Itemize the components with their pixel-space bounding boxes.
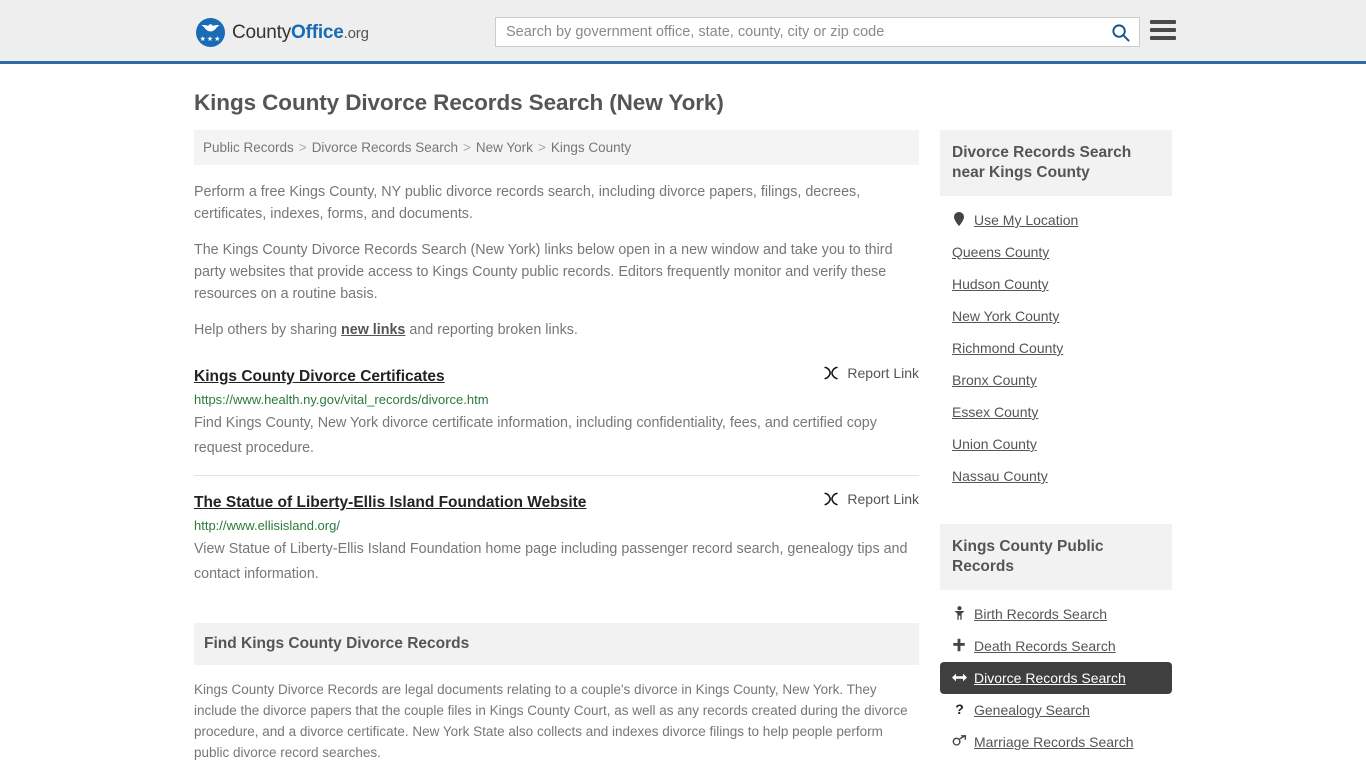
- result-url: http://www.ellisisland.org/: [194, 518, 340, 533]
- sidebar-item-label[interactable]: Bronx County: [952, 372, 1037, 388]
- broken-link-icon: [824, 492, 839, 506]
- map-pin-icon: [952, 212, 966, 228]
- sidebar-item-richmond-county[interactable]: Richmond County: [940, 332, 1172, 364]
- search-button[interactable]: [1101, 18, 1139, 46]
- search-input[interactable]: [496, 18, 1101, 46]
- site-header: ★★★ CountyOffice.org: [0, 0, 1366, 64]
- share-suffix: and reporting broken links.: [405, 322, 578, 338]
- sidebar-item-label[interactable]: New York County: [952, 308, 1059, 324]
- hamburger-menu-icon[interactable]: [1150, 20, 1176, 40]
- find-records-body: Kings County Divorce Records are legal d…: [194, 665, 919, 768]
- sidebar-item-genealogy-search[interactable]: ? Genealogy Search: [940, 694, 1172, 726]
- sidebar-item-label[interactable]: Divorce Records Search: [974, 670, 1126, 686]
- sidebar-item-marriage-records-search[interactable]: Marriage Records Search: [940, 726, 1172, 758]
- venus-mars-icon: [952, 735, 967, 749]
- sidebar-item-label[interactable]: Genealogy Search: [974, 702, 1090, 718]
- result-title-link[interactable]: Kings County Divorce Certificates: [194, 368, 445, 386]
- sidebar-item-label[interactable]: Death Records Search: [974, 638, 1116, 654]
- search-bar[interactable]: [495, 17, 1140, 47]
- sidebar-item-hudson-county[interactable]: Hudson County: [940, 268, 1172, 300]
- sidebar-panel-nearby: Divorce Records Search near Kings County…: [940, 130, 1172, 492]
- sidebar-public-records-list: Birth Records Search Death Records Searc…: [940, 590, 1172, 758]
- share-prefix: Help others by sharing: [194, 322, 342, 338]
- intro-paragraph-2: The Kings County Divorce Records Search …: [194, 242, 893, 302]
- sidebar-item-death-records-search[interactable]: Death Records Search: [940, 630, 1172, 662]
- breadcrumb-item-new-york[interactable]: New York: [476, 140, 533, 155]
- report-link-label: Report Link: [847, 365, 919, 381]
- result-title-link[interactable]: The Statue of Liberty-Ellis Island Found…: [194, 494, 586, 512]
- result-header: The Statue of Liberty-Ellis Island Found…: [194, 491, 919, 512]
- brand-wordmark: CountyOffice.org: [232, 22, 369, 44]
- baby-icon: [952, 606, 966, 622]
- sidebar-nearby-title: Divorce Records Search near Kings County: [940, 130, 1172, 196]
- sidebar-item-nassau-county[interactable]: Nassau County: [940, 460, 1172, 492]
- sidebar-item-label[interactable]: Union County: [952, 436, 1037, 452]
- breadcrumb-item-divorce-records-search[interactable]: Divorce Records Search: [312, 140, 458, 155]
- cross-icon: [952, 638, 966, 654]
- hamburger-bar-3: [1150, 36, 1176, 40]
- breadcrumb-separator: >: [298, 140, 307, 155]
- sidebar-item-label[interactable]: Queens County: [952, 244, 1049, 260]
- sidebar-item-bronx-county[interactable]: Bronx County: [940, 364, 1172, 396]
- report-link-button[interactable]: Report Link: [807, 491, 919, 507]
- brand-part-org: .org: [343, 24, 369, 42]
- broken-link-icon: [824, 366, 839, 380]
- intro-paragraph-1: Perform a free Kings County, NY public d…: [194, 184, 861, 222]
- sidebar-item-label[interactable]: Marriage Records Search: [974, 734, 1134, 750]
- sidebar-item-essex-county[interactable]: Essex County: [940, 396, 1172, 428]
- find-records-heading: Find Kings County Divorce Records: [194, 623, 919, 665]
- sidebar-item-birth-records-search[interactable]: Birth Records Search: [940, 598, 1172, 630]
- breadcrumb-item-public-records[interactable]: Public Records: [203, 140, 294, 155]
- breadcrumb-separator: >: [537, 140, 546, 155]
- sidebar-item-label[interactable]: Richmond County: [952, 340, 1063, 356]
- brand-part-office: Office: [291, 21, 344, 43]
- question-mark-icon: ?: [952, 701, 966, 718]
- svg-text:?: ?: [955, 702, 964, 716]
- breadcrumb-separator: >: [463, 140, 471, 155]
- hamburger-bar-2: [1150, 28, 1176, 32]
- find-records-paragraph: Kings County Divorce Records are legal d…: [194, 682, 908, 760]
- brand-part-county: County: [232, 21, 292, 43]
- sidebar-item-divorce-records-search[interactable]: Divorce Records Search: [940, 662, 1172, 694]
- sidebar-item-use-my-location[interactable]: Use My Location: [940, 204, 1172, 236]
- result-item: The Statue of Liberty-Ellis Island Found…: [194, 475, 919, 587]
- sidebar-nearby-list: Use My Location Queens County Hudson Cou…: [940, 196, 1172, 492]
- result-description: Find Kings County, New York divorce cert…: [194, 415, 877, 456]
- sidebar-item-label[interactable]: Hudson County: [952, 276, 1049, 292]
- hamburger-bar-1: [1150, 20, 1176, 24]
- site-logo[interactable]: ★★★ CountyOffice.org: [196, 18, 369, 47]
- sidebar-item-queens-county[interactable]: Queens County: [940, 236, 1172, 268]
- sidebar-item-label[interactable]: Nassau County: [952, 468, 1048, 484]
- breadcrumb-item-kings-county[interactable]: Kings County: [551, 140, 631, 155]
- sidebar: Divorce Records Search near Kings County…: [940, 130, 1172, 762]
- report-link-button[interactable]: Report Link: [807, 365, 919, 381]
- report-link-label: Report Link: [847, 491, 919, 507]
- sidebar-public-records-title: Kings County Public Records: [940, 524, 1172, 590]
- three-stars-icon: ★★★: [199, 36, 222, 43]
- sidebar-item-union-county[interactable]: Union County: [940, 428, 1172, 460]
- breadcrumb: Public Records > Divorce Records Search > Ne…: [194, 130, 919, 165]
- search-icon: [1111, 23, 1130, 42]
- eagle-icon: [200, 23, 221, 33]
- left-right-arrow-icon: [952, 671, 967, 685]
- page-title: Kings County Divorce Records Search (New…: [194, 90, 724, 115]
- new-links-link[interactable]: new links: [341, 322, 405, 338]
- main-column: Public Records > Divorce Records Search > Ne…: [194, 130, 919, 768]
- sidebar-item-new-york-county[interactable]: New York County: [940, 300, 1172, 332]
- share-links-paragraph: Help others by sharing new links and rep…: [194, 319, 919, 341]
- result-url: https://www.health.ny.gov/vital_records/…: [194, 392, 489, 407]
- sidebar-item-label[interactable]: Birth Records Search: [974, 606, 1107, 622]
- two-column-layout: Public Records > Divorce Records Search > Ne…: [194, 130, 1178, 768]
- sidebar-panel-public-records: Kings County Public Records Birth Record…: [940, 524, 1172, 758]
- result-header: Kings County Divorce Certificates Report: [194, 365, 919, 386]
- sidebar-item-label[interactable]: Use My Location: [974, 212, 1078, 228]
- sidebar-item-label[interactable]: Essex County: [952, 404, 1038, 420]
- result-item: Kings County Divorce Certificates Report: [194, 355, 919, 461]
- content-container: Kings County Divorce Records Search (New…: [188, 90, 1178, 768]
- result-description: View Statue of Liberty-Ellis Island Foun…: [194, 541, 908, 582]
- page-body: Kings County Divorce Records Search (New…: [0, 90, 1366, 768]
- countyoffice-emblem-icon: ★★★: [196, 18, 225, 47]
